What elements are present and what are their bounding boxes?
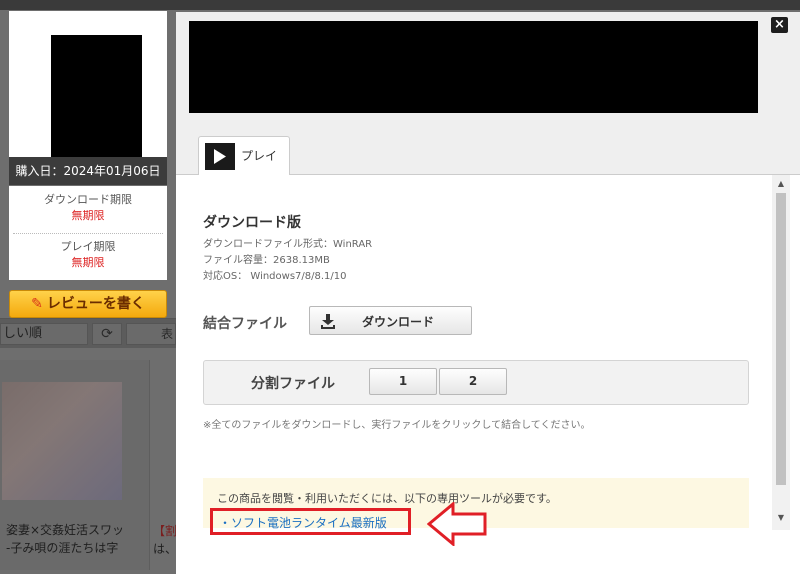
download-modal: プレイ ダウンロード版 ダウンロードファイル形式：WinRAR ファイル容量：2…: [176, 12, 800, 574]
split-part-2-button[interactable]: 2: [439, 368, 507, 395]
product-thumbnail: [2, 382, 122, 500]
purchase-date: 購入日：2024年01月06日: [9, 157, 167, 185]
split-part-1-button[interactable]: 1: [369, 368, 437, 395]
download-period: ダウンロード期限 無期限: [9, 192, 167, 224]
download-period-value: 無期限: [71, 209, 105, 222]
write-review-label: レビューを書く: [46, 296, 145, 312]
product-cover-frame: [9, 11, 167, 157]
required-tool-text: この商品を閲覧・利用いただくには、以下の専用ツールが必要です。: [217, 492, 557, 505]
sort-select[interactable]: しい順: [0, 323, 88, 345]
product-title-line2: -子み唄の涯たちは字: [6, 541, 119, 555]
runtime-download-link[interactable]: ・ソフト電池ランタイム最新版: [219, 514, 387, 531]
product-title-banner: [189, 21, 758, 113]
download-icon: [321, 314, 335, 329]
product-card[interactable]: 姿妻×交姦妊活スワッ -子み唄の涯たちは字: [0, 360, 150, 570]
product-2-title: 【割: [153, 524, 177, 538]
instruction-note: ※全てのファイルをダウンロードし、実行ファイルをクリックして結合してください。: [203, 420, 591, 431]
product-cover-image: [51, 35, 142, 157]
divider: [13, 233, 163, 234]
play-period-value: 無期限: [71, 256, 105, 269]
tab-play[interactable]: プレイ: [198, 136, 290, 175]
tab-content: ダウンロード版 ダウンロードファイル形式：WinRAR ファイル容量：2638.…: [176, 174, 800, 574]
view-toggle[interactable]: 表: [126, 323, 176, 345]
sort-bar: しい順 ⟳ 表: [0, 318, 176, 348]
scroll-up-icon[interactable]: ▲: [772, 177, 790, 191]
split-file-label: 分割ファイル: [251, 376, 335, 392]
scrollbar[interactable]: ▲ ▼: [772, 175, 790, 530]
annotation-arrow-icon: [427, 502, 487, 546]
play-icon: [205, 143, 235, 170]
combined-file-label: 結合ファイル: [203, 316, 287, 332]
product-2-title-line2: は、: [153, 542, 177, 556]
scroll-thumb[interactable]: [776, 193, 786, 485]
close-icon[interactable]: ×: [771, 17, 788, 33]
scroll-down-icon[interactable]: ▼: [772, 511, 790, 525]
file-size-info: ファイル容量：2638.13MB: [203, 255, 330, 266]
file-format-info: ダウンロードファイル形式：WinRAR: [203, 239, 373, 250]
download-button-label: ダウンロード: [362, 315, 435, 329]
refresh-icon[interactable]: ⟳: [92, 323, 122, 345]
split-file-box: 分割ファイル 1 2: [203, 360, 749, 405]
download-version-title: ダウンロード版: [203, 215, 301, 231]
download-period-label: ダウンロード期限: [44, 193, 132, 206]
supported-os-info: 対応OS： Windows7/8/8.1/10: [203, 271, 347, 282]
highlight-box: ・ソフト電池ランタイム最新版: [210, 508, 411, 535]
background-header: [0, 0, 800, 10]
write-review-button[interactable]: ✎ レビューを書く: [9, 290, 167, 318]
product-title: 姿妻×交姦妊活スワッ: [6, 523, 125, 537]
play-period: プレイ期限 無期限: [9, 239, 167, 271]
period-box: ダウンロード期限 無期限 プレイ期限 無期限: [9, 186, 167, 280]
play-period-label: プレイ期限: [60, 240, 116, 253]
tab-play-label: プレイ: [241, 149, 278, 163]
download-button[interactable]: ダウンロード: [309, 306, 472, 335]
pencil-icon: ✎: [31, 296, 43, 312]
